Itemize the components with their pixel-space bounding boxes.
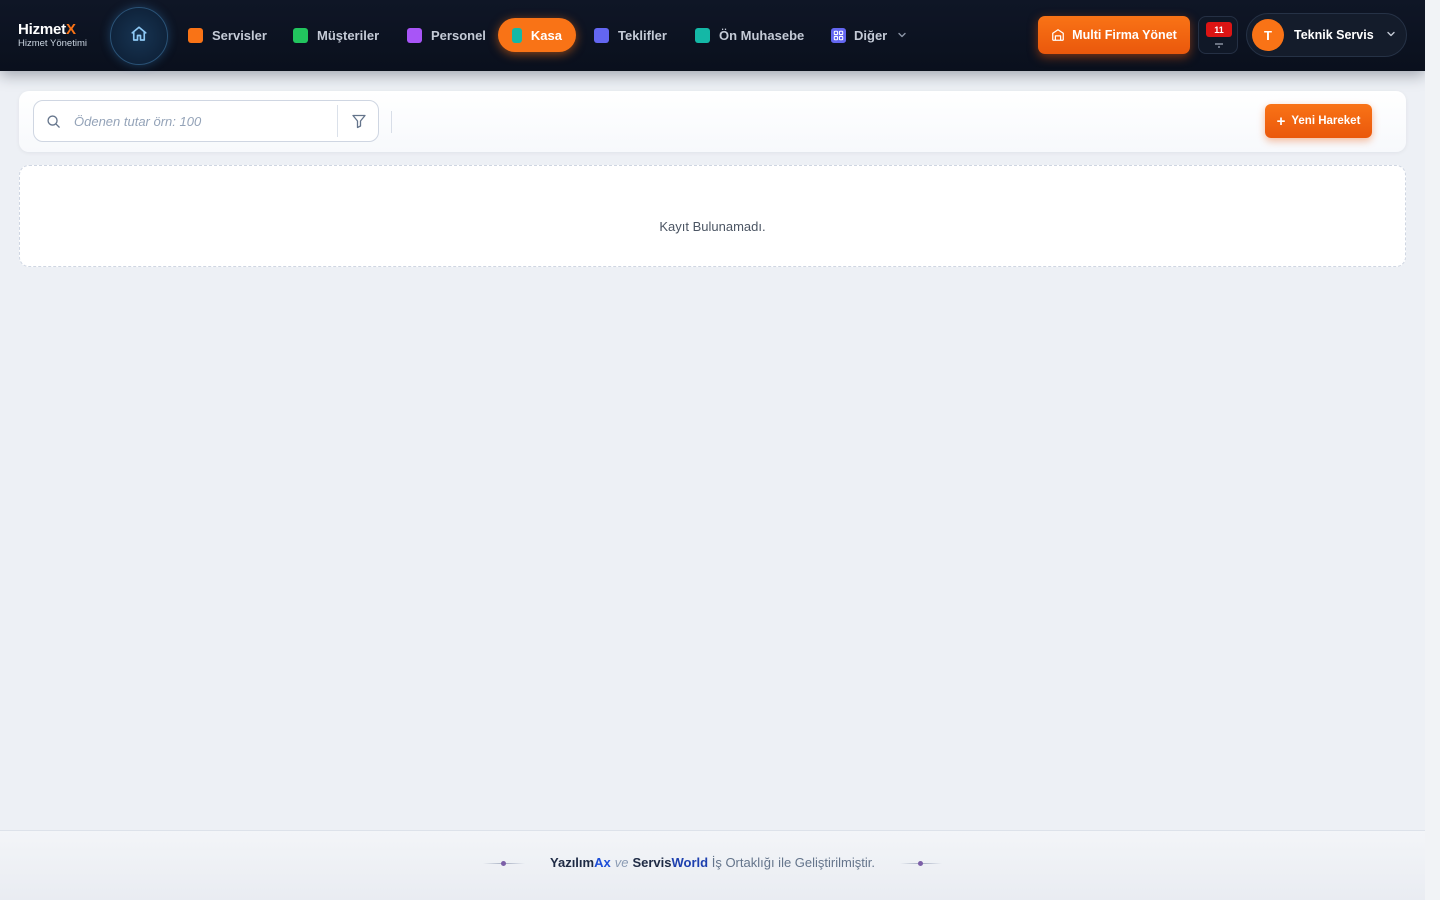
avatar: T: [1252, 19, 1284, 51]
toolbar-divider: [391, 111, 392, 133]
new-transaction-label: Yeni Hareket: [1291, 115, 1361, 127]
nav-item-personel[interactable]: Personel: [407, 18, 486, 52]
nav-item-diger[interactable]: Diğer: [831, 18, 907, 52]
nav-item-label: Personel: [431, 27, 486, 43]
servisler-icon: [188, 27, 203, 43]
brand-logo[interactable]: HizmetX Hizmet Yönetimi: [18, 21, 87, 50]
musteriler-icon: [293, 27, 308, 43]
filter-button[interactable]: [342, 105, 376, 137]
search-divider: [337, 105, 338, 137]
nav-item-teklifler[interactable]: Teklifler: [594, 18, 667, 52]
user-menu[interactable]: T Teknik Servis: [1246, 13, 1407, 57]
multi-firma-button[interactable]: Multi Firma Yönet: [1038, 16, 1190, 54]
grid-icon: [831, 27, 846, 43]
footer-brand-yazilimax[interactable]: YazılımAx: [550, 855, 611, 870]
nav-item-label: Servisler: [212, 27, 267, 43]
search-icon: [46, 114, 61, 134]
footer-connector: ve: [614, 855, 629, 870]
notification-count-badge: 11: [1206, 22, 1232, 37]
brand-name: HizmetX: [18, 21, 76, 38]
nav-item-label: Kasa: [530, 27, 562, 43]
home-button[interactable]: [110, 7, 168, 65]
scrollbar-track[interactable]: [1425, 0, 1440, 900]
records-panel: Kayıt Bulunamadı.: [19, 165, 1406, 267]
toolbar-card: + Yeni Hareket: [19, 91, 1406, 152]
footer-suffix: İş Ortaklığı ile Geliştirilmiştir.: [711, 855, 875, 870]
user-name: Teknik Servis: [1294, 28, 1374, 42]
chevron-down-icon: [897, 28, 907, 43]
nav-item-kasa[interactable]: Kasa: [498, 18, 576, 52]
chevron-down-icon: [1386, 26, 1396, 44]
on-muhasebe-icon: [695, 27, 710, 43]
top-navbar: HizmetX Hizmet Yönetimi Servisler Müşter…: [0, 0, 1425, 71]
new-transaction-button[interactable]: + Yeni Hareket: [1265, 104, 1372, 138]
nav-item-on-muhasebe[interactable]: Ön Muhasebe: [695, 18, 804, 52]
building-icon: [1051, 28, 1072, 42]
brand-subtitle: Hizmet Yönetimi: [18, 38, 87, 49]
footer-brand-servisworld[interactable]: ServisWorld: [632, 855, 708, 870]
nav-item-servisler[interactable]: Servisler: [188, 18, 267, 52]
nav-item-label: Ön Muhasebe: [719, 27, 805, 43]
home-icon: [130, 25, 148, 48]
nav-item-musteriler[interactable]: Müşteriler: [293, 18, 379, 52]
nav-item-label: Diğer: [854, 27, 888, 43]
footer-decoration-right: [900, 861, 942, 866]
filter-icon: [351, 113, 367, 129]
search-input[interactable]: [74, 102, 336, 140]
bell-icon: [1213, 37, 1225, 55]
search-box: [33, 100, 379, 142]
notifications-button[interactable]: 11: [1198, 16, 1238, 54]
personel-icon: [407, 27, 422, 43]
footer-credit: YazılımAx ve ServisWorld İş Ortaklığı ile …: [0, 855, 1425, 870]
nav-item-label: Teklifler: [618, 27, 667, 43]
kasa-icon: [512, 27, 522, 43]
empty-state-message: Kayıt Bulunamadı.: [659, 219, 766, 234]
teklifler-icon: [594, 27, 609, 43]
footer: YazılımAx ve ServisWorld İş Ortaklığı ile …: [0, 830, 1425, 900]
plus-icon: +: [1276, 112, 1286, 130]
nav-item-label: Müşteriler: [317, 27, 380, 43]
multi-firma-label: Multi Firma Yönet: [1072, 28, 1177, 42]
